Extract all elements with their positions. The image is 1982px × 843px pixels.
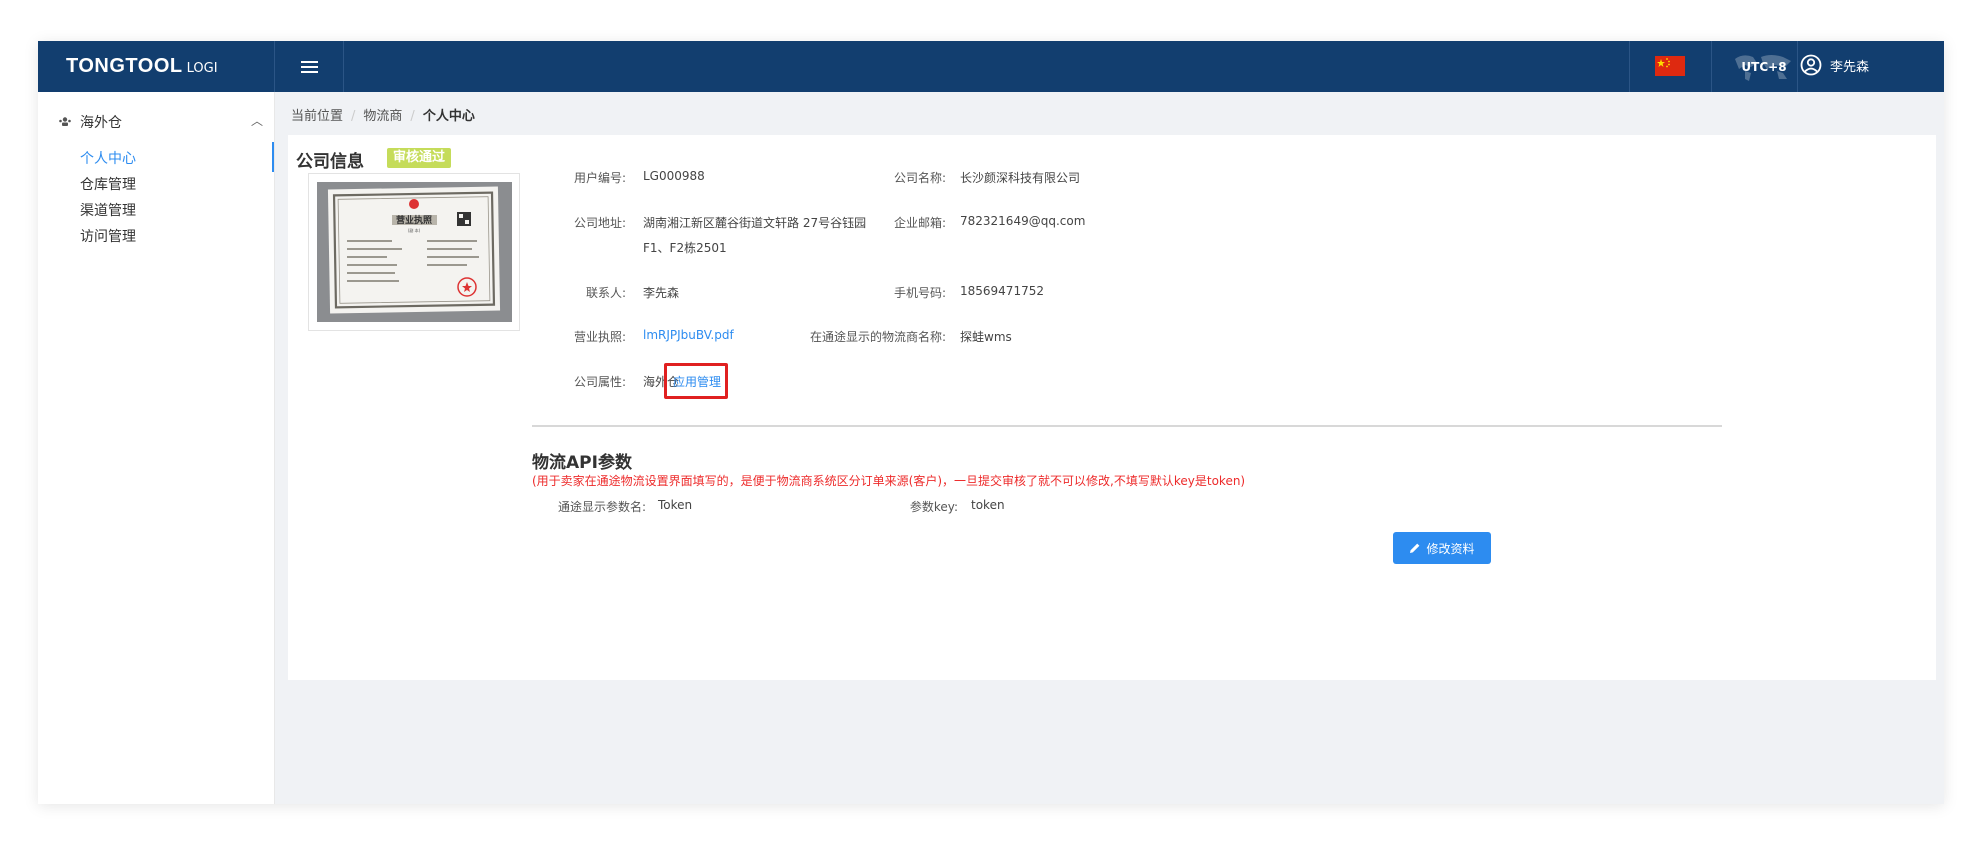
address-line2: F1、F2栋2501 [643, 241, 727, 255]
user-id-label: 用户编号: [573, 171, 626, 185]
brand-name: TONGTOOL [66, 55, 183, 77]
breadcrumb-current: 个人中心 [422, 109, 475, 124]
license-image: 营业执照 (副 本) [317, 182, 512, 322]
people-icon [59, 117, 71, 126]
section-title: 公司信息 [296, 152, 364, 172]
api-note: (用于卖家在通途物流设置界面填写的，是便于物流商系统区分订单来源(客户)，一旦提… [532, 474, 1246, 488]
user-menu[interactable]: 李先森 [1800, 54, 1869, 76]
contact-value: 李先森 [643, 286, 680, 300]
content-panel: 公司信息 审核通过 营业执照 (副 本) 用户编号: LG000988 公司名称… [288, 135, 1936, 680]
app-window: TONGTOOL LOGI UTC+8 李先森 海外仓 ︿ 个人中心 仓库管理 … [38, 41, 1944, 804]
header-divider [1711, 41, 1712, 92]
username: 李先森 [1830, 59, 1870, 75]
active-indicator [272, 142, 274, 172]
breadcrumb-item: 当前位置 [291, 109, 344, 124]
edit-profile-button[interactable]: 修改资料 [1393, 532, 1491, 564]
pencil-icon [1410, 543, 1420, 553]
logo[interactable]: TONGTOOL LOGI [66, 55, 218, 78]
header-divider [1797, 41, 1798, 92]
company-attr-label: 公司属性: [573, 375, 626, 389]
param-name-label: 通途显示参数名: [557, 500, 646, 514]
sidebar-group-label: 海外仓 [80, 115, 122, 131]
address-label: 公司地址: [573, 216, 626, 230]
license-thumbnail[interactable]: 营业执照 (副 本) [308, 173, 520, 331]
highlight-box [664, 363, 728, 399]
china-flag-icon[interactable] [1655, 56, 1685, 76]
top-bar: TONGTOOL LOGI UTC+8 李先森 [38, 41, 1944, 92]
sidebar-item-channel[interactable]: 渠道管理 [80, 200, 136, 220]
sidebar-item-personal-center[interactable]: 个人中心 [80, 148, 136, 168]
display-name-label: 在通途显示的物流商名称: [809, 330, 946, 344]
timezone-selector[interactable]: UTC+8 [1731, 51, 1797, 83]
sidebar: 海外仓 ︿ 个人中心 仓库管理 渠道管理 访问管理 [38, 92, 275, 804]
breadcrumb: 当前位置 / 物流商 / 个人中心 [291, 109, 475, 124]
company-name-label: 公司名称: [893, 171, 946, 185]
license-subheading: (副 本) [408, 227, 421, 233]
phone-label: 手机号码: [893, 286, 946, 300]
timezone-label: UTC+8 [1741, 60, 1787, 74]
menu-toggle-button[interactable] [274, 41, 344, 92]
license-label: 营业执照: [573, 330, 626, 344]
email-value: 782321649@qq.com [960, 214, 1086, 228]
param-name-value: Token [658, 498, 693, 512]
sidebar-item-warehouse[interactable]: 仓库管理 [80, 174, 136, 194]
email-label: 企业邮箱: [893, 216, 946, 230]
edit-profile-label: 修改资料 [1426, 541, 1475, 556]
section-divider [532, 425, 1722, 427]
phone-value: 18569471752 [960, 284, 1044, 298]
breadcrumb-item[interactable]: 物流商 [363, 109, 402, 124]
display-name-value: 探蛙wms [960, 330, 1012, 344]
sidebar-item-access[interactable]: 访问管理 [80, 226, 136, 246]
hamburger-icon [300, 65, 318, 68]
sidebar-group-overseas-warehouse[interactable]: 海外仓 ︿ [58, 112, 263, 132]
user-id-value: LG000988 [643, 169, 705, 183]
chevron-up-icon: ︿ [250, 114, 263, 128]
brand-suffix: LOGI [186, 61, 218, 76]
company-name-value: 长沙颜深科技有限公司 [960, 171, 1081, 185]
user-avatar-icon [1800, 54, 1822, 76]
contact-label: 联系人: [585, 286, 626, 300]
api-section-title: 物流API参数 [532, 453, 632, 473]
status-badge: 审核通过 [387, 148, 452, 168]
param-key-label: 参数key: [909, 500, 958, 514]
param-key-value: token [971, 498, 1005, 512]
license-file-link[interactable]: lmRJPJbuBV.pdf [643, 328, 734, 342]
header-divider [1629, 41, 1630, 92]
